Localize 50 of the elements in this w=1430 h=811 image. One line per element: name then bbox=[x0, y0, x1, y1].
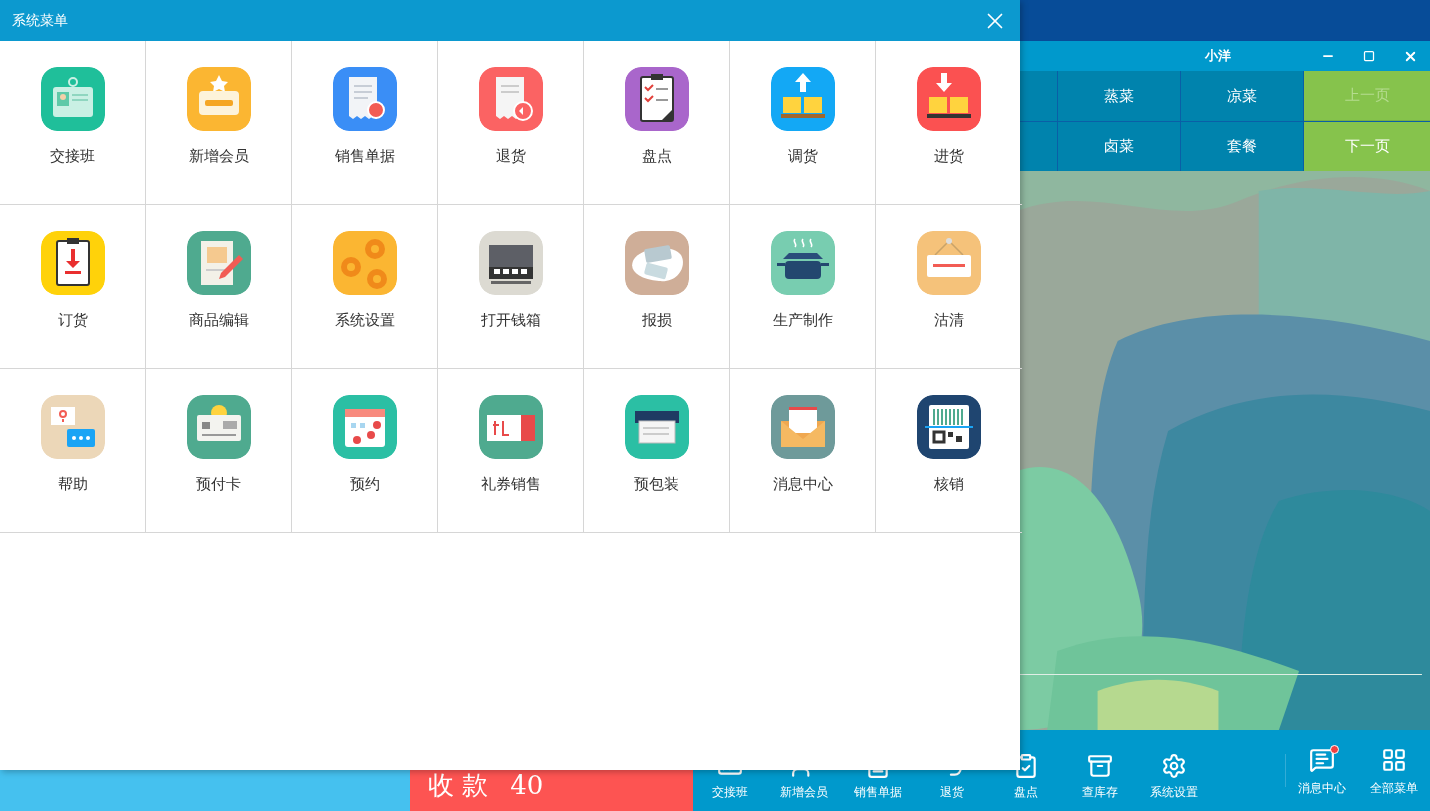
menu-label: 预约 bbox=[349, 474, 380, 495]
menu-label: 销售单据 bbox=[334, 146, 395, 167]
menu-tile[interactable]: 销售单据 bbox=[292, 41, 438, 205]
menu-label: 预付卡 bbox=[196, 474, 241, 495]
menu-label: 礼券销售 bbox=[480, 474, 541, 495]
menu-tile[interactable]: 生产制作 bbox=[730, 205, 876, 369]
menu-label: 生产制作 bbox=[772, 310, 833, 331]
menu-tile[interactable]: 新增会员 bbox=[146, 41, 292, 205]
menu-label: 系统设置 bbox=[334, 310, 395, 331]
menu-tile[interactable]: 打开钱箱 bbox=[438, 205, 584, 369]
menu-label: 盘点 bbox=[641, 146, 672, 167]
menu-label: 交接班 bbox=[50, 146, 95, 167]
menu-label: 报损 bbox=[641, 310, 672, 331]
window-title: 小洋 bbox=[1205, 47, 1231, 66]
menu-label: 预包装 bbox=[634, 474, 679, 495]
menu-tile[interactable]: 交接班 bbox=[0, 41, 146, 205]
menu-tile[interactable]: 礼券销售 bbox=[438, 369, 584, 533]
menu-tile[interactable]: 调货 bbox=[730, 41, 876, 205]
menu-tile[interactable]: 进货 bbox=[876, 41, 1022, 205]
menu-tile[interactable]: 报损 bbox=[584, 205, 730, 369]
menu-label: 新增会员 bbox=[188, 146, 249, 167]
category-button[interactable]: 卤菜 bbox=[1058, 121, 1180, 171]
menu-tile[interactable]: 系统设置 bbox=[292, 205, 438, 369]
menu-label: 商品编辑 bbox=[188, 310, 249, 331]
menu-tile[interactable]: 帮助 bbox=[0, 369, 146, 533]
menu-tile[interactable]: 沽清 bbox=[876, 205, 1022, 369]
dialog-title: 系统菜单 bbox=[12, 11, 68, 30]
menu-label: 帮助 bbox=[57, 474, 88, 495]
menu-label: 打开钱箱 bbox=[480, 310, 541, 331]
category-button[interactable]: 蒸菜 bbox=[1058, 71, 1180, 121]
menu-label: 订货 bbox=[57, 310, 88, 331]
checkout-label: 收 款 bbox=[428, 769, 489, 802]
menu-tile[interactable]: 预约 bbox=[292, 369, 438, 533]
menu-label: 进货 bbox=[934, 146, 964, 167]
menu-tile[interactable]: 订货 bbox=[0, 205, 146, 369]
menu-tile[interactable]: 预付卡 bbox=[146, 369, 292, 533]
menu-tile[interactable]: 消息中心 bbox=[730, 369, 876, 533]
menu-label: 调货 bbox=[787, 146, 818, 167]
menu-tile[interactable]: 盘点 bbox=[584, 41, 730, 205]
menu-tile[interactable]: 核销 bbox=[876, 369, 1022, 533]
menu-label: 消息中心 bbox=[772, 474, 833, 495]
checkout-amount: 40 bbox=[510, 769, 544, 802]
menu-tile[interactable]: 预包装 bbox=[584, 369, 730, 533]
menu-tile[interactable]: 退货 bbox=[438, 41, 584, 205]
menu-label: 退货 bbox=[495, 146, 526, 167]
menu-tile[interactable]: 商品编辑 bbox=[146, 205, 292, 369]
category-button[interactable]: 凉菜 bbox=[1181, 71, 1303, 121]
category-button[interactable]: 套餐 bbox=[1181, 121, 1303, 171]
menu-label: 沽清 bbox=[934, 310, 964, 331]
menu-label: 核销 bbox=[934, 474, 964, 495]
